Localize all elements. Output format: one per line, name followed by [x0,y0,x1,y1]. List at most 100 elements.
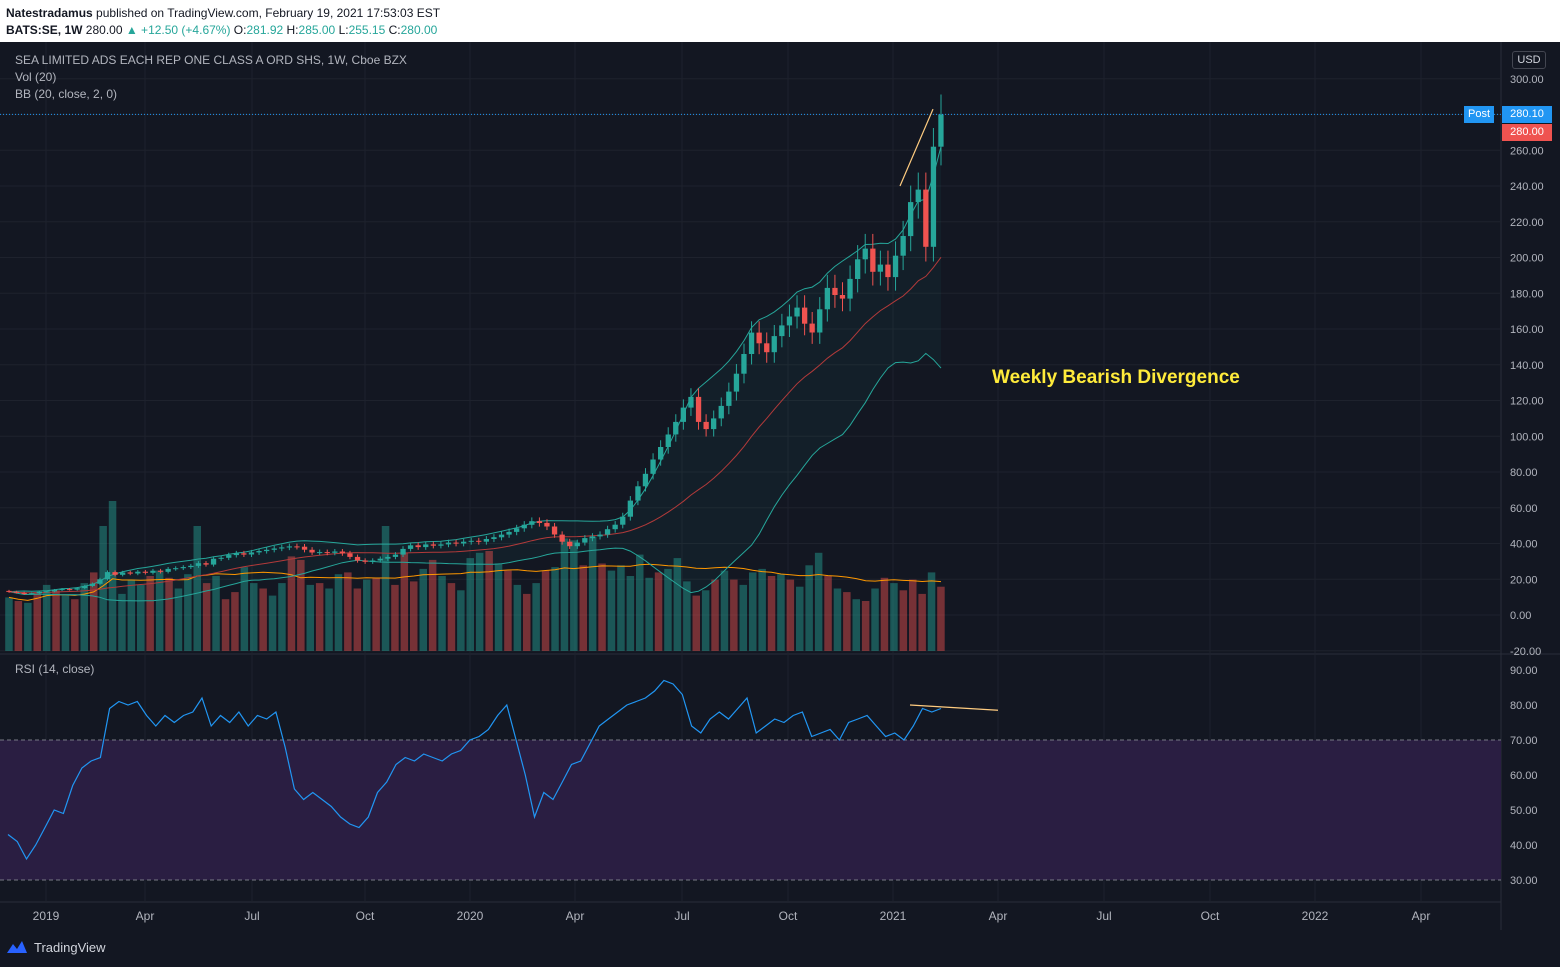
volume-bar [636,554,644,651]
candle-body [142,571,148,573]
volume-bar [438,576,446,651]
rsi-legend[interactable]: RSI (14, close) [15,662,94,676]
rsi-overbought-oversold-zone [0,740,1501,880]
volume-bar [560,538,569,651]
volume-bar [805,565,813,651]
candle-body [680,407,686,422]
low-label: L: [338,23,349,37]
candle-body [642,473,649,487]
candle-body [407,545,414,549]
volume-bar [221,599,230,651]
candle-body [908,202,914,237]
volume-bar [871,588,879,651]
volume-bar [664,568,672,651]
ohlc-line: BATS:SE, 1W 280.00 ▲ +12.50 (+4.67%) O:2… [6,23,437,37]
volume-bar [475,552,484,651]
candle-body [824,287,830,310]
post-market-tag: Post [1464,106,1495,123]
high-value: 285.00 [298,23,336,37]
candle-body [847,278,853,299]
rsi-axis-label: 70.00 [1510,735,1538,747]
candle-body [241,553,247,555]
candle-body [339,551,345,554]
change-text: ▲ +12.50 (+4.67%) [125,23,231,37]
candle-body [248,552,255,555]
candle-body [483,539,489,542]
time-axis-label: Oct [1201,909,1220,923]
candle-body [286,546,292,548]
candle-body [544,522,550,527]
volume-bar [579,565,587,651]
candle-body [385,556,391,559]
volume-bar [344,572,352,651]
footer-bar [0,930,1560,967]
volume-bar [428,559,437,651]
chart-title[interactable]: SEA LIMITED ADS EACH REP ONE CLASS A ORD… [15,53,407,67]
volume-bar [720,570,729,651]
candle-body [597,534,603,537]
volume-bar [654,572,663,651]
candle-body [226,555,232,558]
volume-bar [730,579,738,651]
volume-bar [118,593,126,651]
volume-bar [353,588,362,651]
volume-bar [325,588,333,651]
candle-body [529,521,535,525]
time-axis-label: 2020 [457,909,484,923]
volume-bar [372,577,380,651]
candle-body [703,421,709,430]
price-axis-label: 60.00 [1510,503,1538,515]
candle-body [82,586,88,589]
candle-body [157,570,164,572]
candle-body [317,552,323,554]
candle-body [658,447,664,460]
time-axis-label: Apr [1412,909,1431,923]
open-label: O: [233,23,247,37]
candle-body [635,486,641,501]
candle-body [536,521,543,523]
candle-body [551,526,558,535]
candle-body [733,373,740,392]
candle-body [498,534,505,538]
price-axis-label: 0.00 [1510,610,1531,622]
volume-bar [551,567,559,651]
publish-info: published on TradingView.com, February 1… [96,6,441,20]
candle-body [514,528,520,532]
price-chart[interactable]: 2019 Apr Jul Oct 2020 Apr Jul Oct 2021 Apr Jul Oct 2… [0,42,1560,930]
author-name[interactable]: Natestradamus [6,6,93,20]
volume-bar [777,574,785,651]
candle-body [332,551,338,553]
volume-bar [240,567,249,651]
volume-bar [673,558,682,651]
candle-body [438,544,444,546]
volume-legend[interactable]: Vol (20) [15,70,56,84]
price-axis-label: -20.00 [1510,646,1541,658]
rsi-axis-label: 60.00 [1510,770,1538,782]
time-axis-label: Jul [674,909,689,923]
candle-body [862,248,868,260]
rsi-axis-label: 90.00 [1510,665,1538,677]
candle-body [195,563,202,566]
rsi-axis-label: 50.00 [1510,805,1538,817]
volume-bar [52,590,60,651]
volume-bar [71,599,79,651]
currency-badge[interactable]: USD [1512,51,1546,69]
candle-body [786,316,793,326]
volume-bar [786,579,795,651]
candle-body [218,557,224,559]
candle-body [188,565,194,568]
candle-body [370,560,376,562]
time-axis-label: 2019 [33,909,60,923]
volume-bar [410,581,418,651]
volume-bar [861,601,870,651]
volume-bar [24,602,32,651]
tradingview-brand: TradingView [34,939,106,955]
volume-bar [5,597,13,651]
candle-body [6,590,12,592]
price-axis-label: 40.00 [1510,539,1538,551]
bb-legend[interactable]: BB (20, close, 2, 0) [15,87,117,101]
volume-bar [918,593,926,651]
candle-body [377,558,383,561]
volume-bar [212,576,220,651]
tradingview-logo[interactable]: TradingView [6,939,106,955]
